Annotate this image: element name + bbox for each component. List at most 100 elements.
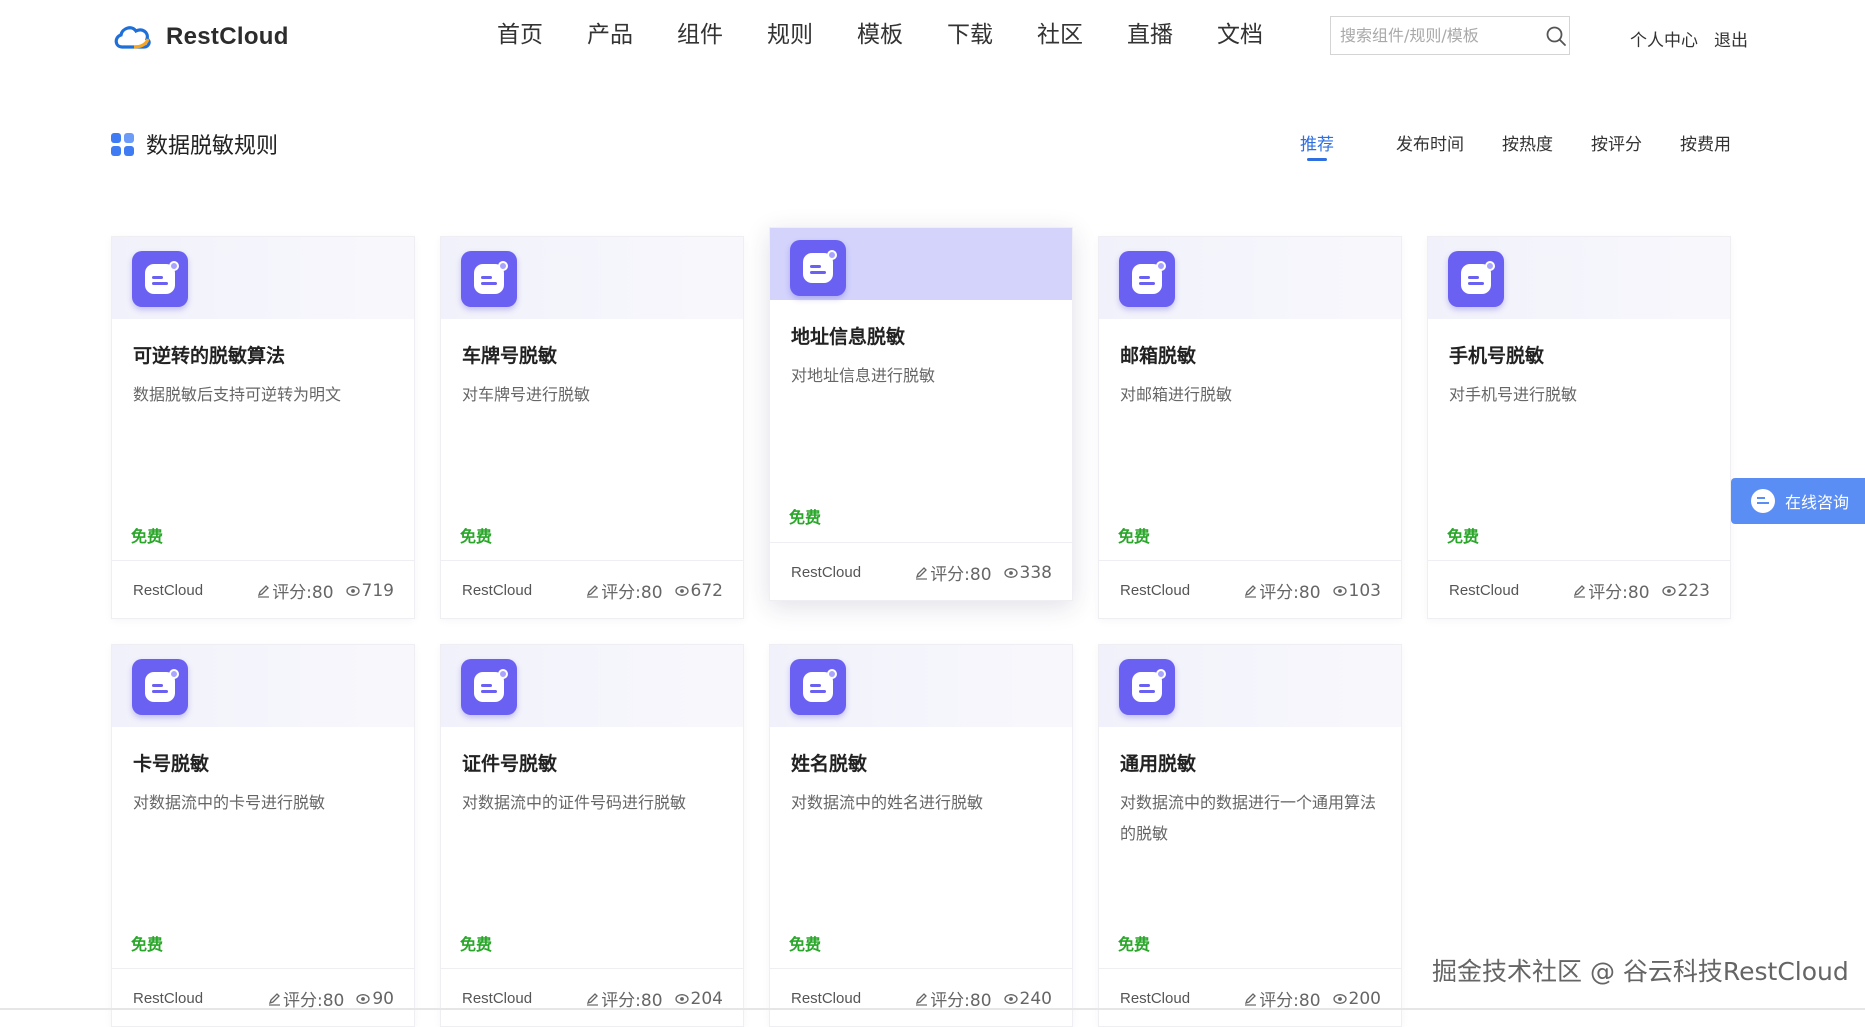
- rating-value: 评分:80: [601, 583, 663, 603]
- views-value: 240: [1019, 988, 1052, 1009]
- views-value: 338: [1019, 562, 1052, 583]
- rule-card[interactable]: 通用脱敏 对数据流中的数据进行一个通用算法的脱敏 免费 RestCloud 评分:80 2…: [1098, 644, 1402, 1027]
- edit-icon: [916, 566, 928, 580]
- rule-card[interactable]: 证件号脱敏 对数据流中的证件号码进行脱敏 免费 RestCloud 评分:80 204: [440, 644, 744, 1027]
- logout-link[interactable]: 退出: [1714, 26, 1748, 51]
- card-author: RestCloud: [1449, 582, 1520, 599]
- top-navbar: RestCloud 首页 产品 组件 规则 模板 下载 社区 直播 文档 个人中…: [0, 0, 1865, 72]
- card-stats: 评分:80 719: [257, 578, 394, 603]
- views-stat: 338: [1003, 562, 1052, 583]
- nav-item-community[interactable]: 社区: [1015, 18, 1105, 52]
- rule-card[interactable]: 地址信息脱敏 对地址信息进行脱敏 免费 RestCloud 评分:80 338: [769, 227, 1073, 601]
- online-consult-button[interactable]: 在线咨询: [1731, 478, 1865, 524]
- price-badge: 免费: [131, 527, 164, 546]
- card-title: 卡号脱敏: [133, 753, 210, 775]
- price-badge: 免费: [460, 527, 493, 546]
- nav-item-home[interactable]: 首页: [475, 18, 565, 52]
- user-center-link[interactable]: 个人中心: [1630, 26, 1698, 51]
- rule-card[interactable]: 车牌号脱敏 对车牌号进行脱敏 免费 RestCloud 评分:80 672: [440, 236, 744, 619]
- nav-item-docs[interactable]: 文档: [1195, 18, 1285, 52]
- card-description: 对数据流中的证件号码进行脱敏: [462, 793, 687, 812]
- rating-stat: 评分:80: [1573, 578, 1650, 603]
- card-author: RestCloud: [133, 990, 204, 1007]
- page-title: 数据脱敏规则: [146, 134, 279, 159]
- rating-value: 评分:80: [930, 565, 992, 585]
- rule-card[interactable]: 手机号脱敏 对手机号进行脱敏 免费 RestCloud 评分:80 223: [1427, 236, 1731, 619]
- eye-icon: [1661, 585, 1676, 596]
- card-description: 数据脱敏后支持可逆转为明文: [133, 385, 342, 404]
- eye-icon: [674, 993, 689, 1004]
- card-title: 通用脱敏: [1120, 753, 1197, 775]
- card-stats: 评分:80 223: [1573, 578, 1710, 603]
- tab-publish-time[interactable]: 发布时间: [1396, 130, 1464, 155]
- rule-doc-icon: [461, 659, 517, 715]
- nav-item-live[interactable]: 直播: [1105, 18, 1195, 52]
- card-header: [1099, 237, 1401, 319]
- edit-icon: [258, 584, 270, 598]
- nav-item-rules[interactable]: 规则: [745, 18, 835, 52]
- nav-item-products[interactable]: 产品: [565, 18, 655, 52]
- card-title: 可逆转的脱敏算法: [133, 345, 286, 367]
- card-title: 邮箱脱敏: [1120, 345, 1197, 367]
- views-value: 672: [690, 580, 723, 601]
- card-title: 车牌号脱敏: [462, 345, 558, 367]
- logo[interactable]: RestCloud: [112, 22, 289, 52]
- views-stat: 240: [1003, 988, 1052, 1009]
- price-badge: 免费: [131, 935, 164, 954]
- card-header: [441, 645, 743, 727]
- eye-icon: [1003, 567, 1018, 578]
- grid-icon: [111, 132, 134, 156]
- tab-rating[interactable]: 按评分: [1591, 130, 1642, 155]
- views-value: 204: [690, 988, 723, 1009]
- rating-stat: 评分:80: [915, 560, 992, 585]
- eye-icon: [674, 585, 689, 596]
- price-badge: 免费: [789, 935, 822, 954]
- card-header: [1428, 237, 1730, 319]
- edit-icon: [1245, 584, 1257, 598]
- search-button[interactable]: [1542, 17, 1569, 54]
- watermark: 掘金技术社区 @ 谷云科技RestCloud: [1432, 957, 1849, 986]
- views-value: 223: [1677, 580, 1710, 601]
- rule-doc-icon: [1119, 659, 1175, 715]
- card-description: 对数据流中的卡号进行脱敏: [133, 793, 326, 812]
- main-nav: 首页 产品 组件 规则 模板 下载 社区 直播 文档: [475, 18, 1285, 52]
- chat-bubble-icon: [1751, 489, 1775, 513]
- nav-item-templates[interactable]: 模板: [835, 18, 925, 52]
- rule-card[interactable]: 姓名脱敏 对数据流中的姓名进行脱敏 免费 RestCloud 评分:80 240: [769, 644, 1073, 1027]
- rule-doc-icon: [1119, 251, 1175, 307]
- views-stat: 90: [356, 989, 394, 1009]
- card-stats: 评分:80 672: [586, 578, 723, 603]
- tab-popularity[interactable]: 按热度: [1502, 130, 1553, 155]
- search-icon: [1546, 26, 1566, 46]
- card-description: 对数据流中的数据进行一个通用算法的脱敏: [1120, 793, 1377, 843]
- views-value: 200: [1348, 988, 1381, 1009]
- card-header: [441, 237, 743, 319]
- rating-value: 评分:80: [272, 583, 334, 603]
- card-title: 手机号脱敏: [1449, 345, 1545, 367]
- card-description: 对车牌号进行脱敏: [462, 385, 591, 404]
- tab-price[interactable]: 按费用: [1680, 130, 1731, 155]
- views-value: 103: [1348, 580, 1381, 601]
- price-badge: 免费: [1118, 527, 1151, 546]
- rule-card[interactable]: 卡号脱敏 对数据流中的卡号进行脱敏 免费 RestCloud 评分:80 90: [111, 644, 415, 1027]
- views-stat: 204: [674, 988, 723, 1009]
- eye-icon: [356, 993, 371, 1004]
- rule-doc-icon: [1448, 251, 1504, 307]
- search-input[interactable]: [1331, 17, 1542, 54]
- card-footer: RestCloud 评分:80 204: [441, 968, 743, 1026]
- edit-icon: [587, 584, 599, 598]
- rating-stat: 评分:80: [257, 578, 334, 603]
- card-footer: RestCloud 评分:80 103: [1099, 560, 1401, 618]
- rule-card[interactable]: 可逆转的脱敏算法数据脱敏后支持可逆转为明文 免费 RestCloud 评分:80 719: [111, 236, 415, 619]
- nav-item-components[interactable]: 组件: [655, 18, 745, 52]
- edit-icon: [587, 992, 599, 1006]
- views-stat: 103: [1332, 580, 1381, 601]
- views-stat: 223: [1661, 580, 1710, 601]
- eye-icon: [345, 585, 360, 596]
- rule-card[interactable]: 邮箱脱敏 对邮箱进行脱敏 免费 RestCloud 评分:80 103: [1098, 236, 1402, 619]
- tab-recommended[interactable]: 推荐: [1300, 130, 1334, 161]
- card-author: RestCloud: [133, 582, 204, 599]
- rating-stat: 评分:80: [1244, 578, 1321, 603]
- nav-item-download[interactable]: 下载: [925, 18, 1015, 52]
- rating-value: 评分:80: [1259, 583, 1321, 603]
